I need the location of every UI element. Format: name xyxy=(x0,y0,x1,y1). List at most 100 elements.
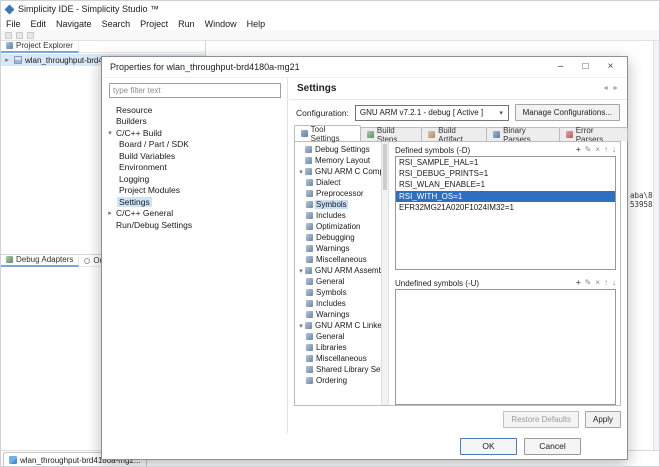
settings-action-row: Restore Defaults Apply xyxy=(503,411,621,428)
delete-symbol-icon[interactable] xyxy=(595,146,600,154)
tool-item-warnings[interactable]: Warnings xyxy=(295,243,381,254)
debug-adapters-label: Debug Adapters xyxy=(16,255,73,264)
menu-help[interactable]: Help xyxy=(242,19,271,29)
maximize-icon[interactable]: □ xyxy=(573,57,598,78)
move-up-icon[interactable] xyxy=(604,279,608,287)
restore-defaults-button[interactable]: Restore Defaults xyxy=(503,411,579,428)
tree-scrollbar[interactable] xyxy=(381,142,389,405)
tool-item-preprocessor[interactable]: Preprocessor xyxy=(295,188,381,199)
minimize-icon[interactable]: – xyxy=(548,57,573,78)
cancel-button[interactable]: Cancel xyxy=(524,438,581,455)
nav-item-project-modules[interactable]: Project Modules xyxy=(102,185,287,197)
editor-scrollbar[interactable] xyxy=(653,41,659,452)
tool-item-c-compiler[interactable]: GNU ARM C Compiler xyxy=(295,166,381,177)
artifact-icon xyxy=(428,131,435,138)
wrench-icon xyxy=(306,190,313,197)
tool-item-ordering[interactable]: Ordering xyxy=(295,375,381,386)
tool-item-asm-warnings[interactable]: Warnings xyxy=(295,309,381,320)
tool-item-optimization[interactable]: Optimization xyxy=(295,221,381,232)
filter-input[interactable] xyxy=(109,83,281,98)
tab-debug-adapters[interactable]: Debug Adapters xyxy=(1,255,79,267)
settings-header: Settings ◄ ► xyxy=(289,78,627,100)
configuration-select[interactable]: GNU ARM v7.2.1 - debug [ Active ] xyxy=(355,105,509,121)
nav-item-resource[interactable]: Resource xyxy=(102,104,287,116)
nav-back-icon[interactable]: ◄ xyxy=(602,85,609,92)
nav-item-cpp-general[interactable]: C/C++ General xyxy=(102,208,287,220)
menu-file[interactable]: File xyxy=(1,19,26,29)
expander-icon[interactable] xyxy=(106,129,114,137)
undefined-symbols-label: Undefined symbols (-U) xyxy=(395,279,479,288)
simplicity-studio-window: Simplicity IDE - Simplicity Studio ™ Fil… xyxy=(0,0,660,467)
tool-item-link-misc[interactable]: Miscellaneous xyxy=(295,353,381,364)
tab-error-parsers[interactable]: Error Parsers xyxy=(559,127,628,141)
expander-icon[interactable] xyxy=(106,209,114,217)
add-symbol-icon[interactable] xyxy=(576,279,581,287)
move-up-icon[interactable] xyxy=(604,146,608,154)
manage-configurations-button[interactable]: Manage Configurations... xyxy=(515,104,620,121)
ok-button[interactable]: OK xyxy=(460,438,517,455)
tool-item-libraries[interactable]: Libraries xyxy=(295,342,381,353)
nav-item-settings[interactable]: Settings xyxy=(102,196,287,208)
nav-item-cpp-build[interactable]: C/C++ Build xyxy=(102,127,287,139)
edit-symbol-icon[interactable] xyxy=(585,279,592,287)
settings-tabs: Tool Settings Build Steps Build Artifact… xyxy=(289,125,627,141)
apply-button[interactable]: Apply xyxy=(585,411,621,428)
tab-build-steps[interactable]: Build Steps xyxy=(360,127,422,141)
symbol-row[interactable]: RSI_DEBUG_PRINTS=1 xyxy=(396,168,615,179)
menu-search[interactable]: Search xyxy=(97,19,136,29)
expander-icon[interactable] xyxy=(3,56,11,64)
project-explorer-icon xyxy=(6,42,13,49)
add-symbol-icon[interactable] xyxy=(576,146,581,154)
tool-item-shared-library[interactable]: Shared Library Settings xyxy=(295,364,381,375)
scrollbar-thumb[interactable] xyxy=(383,144,387,190)
close-icon[interactable]: × xyxy=(598,57,623,78)
expander-icon[interactable] xyxy=(297,168,305,176)
move-down-icon[interactable] xyxy=(612,146,616,154)
tool-item-c-linker[interactable]: GNU ARM C Linker xyxy=(295,320,381,331)
toolbar-build-icon[interactable] xyxy=(16,32,23,39)
nav-item-environment[interactable]: Environment xyxy=(102,162,287,174)
toolbar-debug-icon[interactable] xyxy=(27,32,34,39)
nav-item-logging[interactable]: Logging xyxy=(102,173,287,185)
move-down-icon[interactable] xyxy=(612,279,616,287)
tool-item-includes[interactable]: Includes xyxy=(295,210,381,221)
delete-symbol-icon[interactable] xyxy=(595,279,600,287)
toolbar-save-icon[interactable] xyxy=(5,32,12,39)
tool-item-memory-layout[interactable]: Memory Layout xyxy=(295,155,381,166)
nav-item-run-debug-settings[interactable]: Run/Debug Settings xyxy=(102,219,287,231)
tool-item-miscellaneous[interactable]: Miscellaneous xyxy=(295,254,381,265)
compiler-icon xyxy=(305,168,312,175)
menu-navigate[interactable]: Navigate xyxy=(51,19,97,29)
edit-symbol-icon[interactable] xyxy=(585,146,592,154)
nav-item-board-part-sdk[interactable]: Board / Part / SDK xyxy=(102,139,287,151)
page-title: Settings xyxy=(297,83,336,94)
symbol-row[interactable]: EFR32MG21A020F1024IM32=1 xyxy=(396,202,615,213)
tab-build-artifact[interactable]: Build Artifact xyxy=(421,127,487,141)
menu-run[interactable]: Run xyxy=(173,19,200,29)
nav-item-build-variables[interactable]: Build Variables xyxy=(102,150,287,162)
menu-project[interactable]: Project xyxy=(135,19,173,29)
tab-binary-parsers[interactable]: Binary Parsers xyxy=(486,127,560,141)
menu-window[interactable]: Window xyxy=(200,19,242,29)
tool-item-asm-symbols[interactable]: Symbols xyxy=(295,287,381,298)
tool-item-link-general[interactable]: General xyxy=(295,331,381,342)
tab-project-explorer[interactable]: Project Explorer xyxy=(1,41,79,53)
tool-item-assembler[interactable]: GNU ARM Assembler xyxy=(295,265,381,276)
window-title: Simplicity IDE - Simplicity Studio ™ xyxy=(18,4,159,14)
symbol-row-selected[interactable]: RSI_WITH_OS=1 xyxy=(396,191,615,202)
symbol-row[interactable]: RSI_SAMPLE_HAL=1 xyxy=(396,157,615,168)
symbol-row[interactable]: RSI_WLAN_ENABLE=1 xyxy=(396,179,615,190)
tool-item-symbols[interactable]: Symbols xyxy=(295,199,381,210)
app-icon xyxy=(5,4,15,14)
expander-icon[interactable] xyxy=(297,267,305,275)
tool-item-debugging[interactable]: Debugging xyxy=(295,232,381,243)
tool-item-dialect[interactable]: Dialect xyxy=(295,177,381,188)
tool-item-debug-settings[interactable]: Debug Settings xyxy=(295,144,381,155)
menu-edit[interactable]: Edit xyxy=(26,19,52,29)
tab-tool-settings[interactable]: Tool Settings xyxy=(294,125,361,141)
tool-item-asm-includes[interactable]: Includes xyxy=(295,298,381,309)
nav-item-builders[interactable]: Builders xyxy=(102,116,287,128)
expander-icon[interactable] xyxy=(297,322,305,330)
tool-item-asm-general[interactable]: General xyxy=(295,276,381,287)
nav-forward-icon[interactable]: ► xyxy=(612,85,619,92)
